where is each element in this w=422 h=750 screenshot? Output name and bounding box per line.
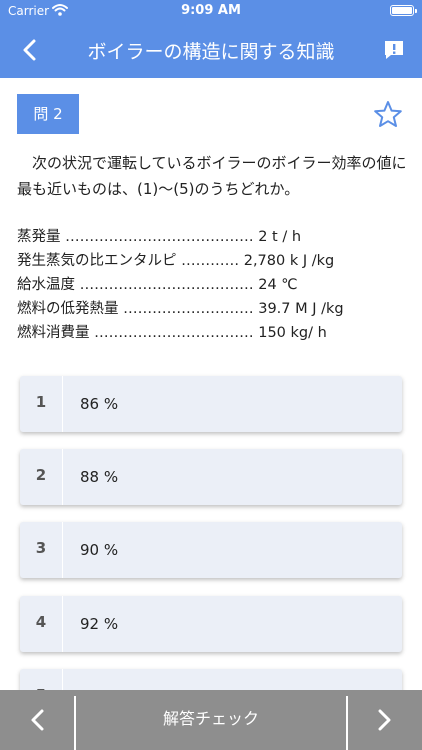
nav-bar: ボイラーの構造に関する知識 (0, 22, 422, 78)
choice-number: 5 (20, 669, 62, 690)
favorite-button[interactable] (373, 100, 403, 128)
back-button[interactable] (12, 34, 48, 66)
question-number-badge: 問 2 (17, 94, 79, 134)
exclamation-bubble-icon (385, 41, 403, 59)
choice-number: 3 (35, 539, 47, 557)
choice-button-2[interactable]: 2 88 % (20, 449, 402, 505)
spec-label: 燃料消費量 (17, 325, 90, 341)
spec-row: 発生蒸気の比エンタルピ ………… 2,780 k J /kg (17, 249, 409, 273)
choice-label: 86 % (80, 395, 119, 413)
choice-number: 4 (35, 613, 47, 631)
spec-value: 2,780 k J /kg (243, 253, 335, 269)
spec-label: 燃料の低発熱量 (17, 301, 119, 317)
choice-label: 92 % (80, 615, 119, 633)
spec-row: 燃料消費量 …………………………… 150 kg/ h (17, 321, 409, 345)
spec-row: 燃料の低発熱量 ……………………… 39.7 M J /kg (17, 297, 409, 321)
page-title: ボイラーの構造に関する知識 (87, 41, 335, 63)
spec-row: 給水温度 ……………………………… 24 ℃ (17, 273, 409, 297)
choice-divider (62, 669, 63, 690)
spec-dots: ………… (176, 253, 244, 269)
choice-divider (62, 522, 63, 578)
spec-value: 2 t / h (258, 229, 302, 245)
choice-number: 2 (35, 466, 47, 484)
chevron-left-icon (31, 709, 44, 731)
battery-icon (390, 5, 417, 16)
choice-button-3[interactable]: 3 90 % (20, 522, 402, 578)
answer-check-button[interactable]: 解答チェック (76, 690, 346, 750)
spec-label: 給水温度 (17, 277, 75, 293)
choice-label: 88 % (80, 468, 119, 486)
choice-button-4[interactable]: 4 92 % (20, 596, 402, 652)
chevron-left-icon (23, 39, 36, 61)
spec-dots: ………………………………… (60, 229, 259, 245)
choice-divider (62, 596, 63, 652)
bottom-toolbar: 解答チェック (0, 690, 422, 750)
chevron-right-icon (378, 709, 391, 731)
spec-label: 発生蒸気の比エンタルピ (17, 253, 177, 269)
choice-label: 90 % (80, 541, 119, 559)
previous-question-button[interactable] (0, 690, 74, 750)
choice-button-5[interactable]: 5 (20, 669, 402, 690)
choice-number: 1 (35, 393, 47, 411)
choice-divider (62, 449, 63, 505)
spec-row: 蒸発量 ………………………………… 2 t / h (17, 225, 409, 249)
spec-list: 蒸発量 ………………………………… 2 t / h 発生蒸気の比エンタルピ ……… (17, 225, 409, 345)
status-time: 9:09 AM (181, 3, 241, 18)
spec-label: 蒸発量 (17, 229, 61, 245)
spec-dots: ……………………… (118, 301, 259, 317)
spec-value: 24 ℃ (258, 277, 298, 293)
star-outline-icon (374, 101, 402, 127)
status-bar: Carrier 9:09 AM (0, 0, 422, 22)
choice-button-1[interactable]: 1 86 % (20, 376, 402, 432)
spec-value: 150 kg/ h (258, 325, 327, 341)
spec-dots: ……………………………… (75, 277, 259, 293)
spec-dots: …………………………… (89, 325, 259, 341)
report-button[interactable] (382, 38, 406, 62)
spec-value: 39.7 M J /kg (258, 301, 344, 317)
question-text: 次の状況で運転しているボイラーのボイラー効率の値に最も近いものは、(1)〜(5)… (17, 154, 407, 198)
choice-divider (62, 376, 63, 432)
question-content: 問 2 次の状況で運転しているボイラーのボイラー効率の値に最も近いものは、(1)… (0, 78, 422, 690)
next-question-button[interactable] (348, 690, 422, 750)
